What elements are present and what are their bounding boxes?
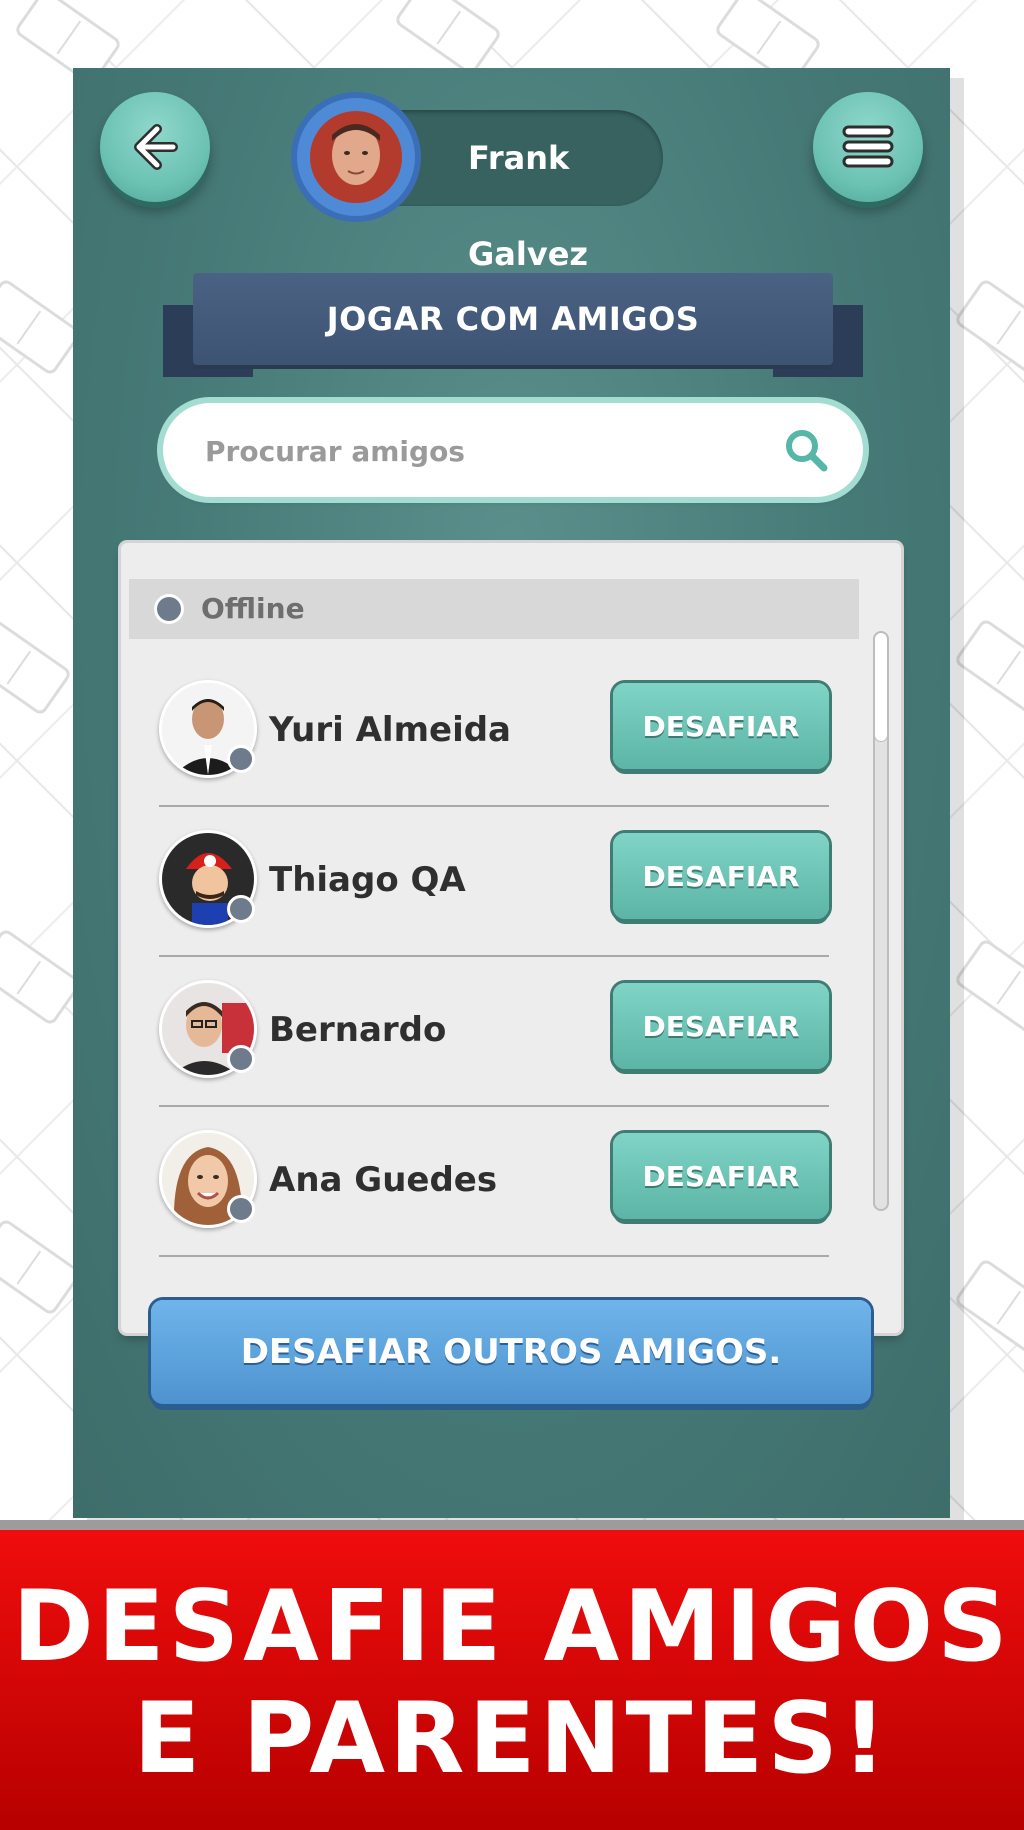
page-title: JOGAR COM AMIGOS	[193, 273, 833, 365]
list-scrollbar[interactable]	[873, 631, 889, 1211]
back-button[interactable]	[100, 92, 210, 202]
challenge-button[interactable]: DESAFIAR	[613, 683, 829, 769]
status-dot-icon	[227, 1045, 255, 1073]
status-dot-icon	[227, 745, 255, 773]
game-panel: Frank Galvez JOGAR COM AMIGOS Procurar a…	[73, 68, 950, 1518]
menu-button[interactable]	[813, 92, 923, 202]
friend-name: Thiago QA	[269, 860, 466, 900]
challenge-button[interactable]: DESAFIAR	[613, 983, 829, 1069]
face-icon	[310, 111, 402, 203]
friend-row: Ana Guedes DESAFIAR	[159, 1105, 829, 1257]
challenge-button[interactable]: DESAFIAR	[613, 1133, 829, 1219]
friend-name: Ana Guedes	[269, 1160, 498, 1200]
challenge-other-friends-button[interactable]: DESAFIAR OUTROS AMIGOS.	[151, 1300, 871, 1404]
search-bar[interactable]	[163, 403, 863, 499]
status-dot-icon	[227, 895, 255, 923]
friend-row: Yuri Almeida DESAFIAR	[159, 655, 829, 807]
promo-banner: DESAFIE AMIGOS E PARENTES!	[0, 1520, 1024, 1830]
avatar-image	[310, 111, 402, 203]
scroll-thumb[interactable]	[875, 633, 887, 741]
friends-list[interactable]: Offline Yuri Almeida DESAFIAR Thiago QA …	[121, 543, 901, 1333]
profile-name: Frank Galvez	[468, 139, 589, 273]
search-input[interactable]	[203, 403, 767, 499]
offline-section-header: Offline	[129, 579, 859, 639]
search-icon[interactable]	[781, 425, 831, 475]
back-arrow-icon	[134, 124, 178, 170]
section-label: Offline	[201, 592, 305, 625]
friend-row: Bernardo DESAFIAR	[159, 955, 829, 1107]
status-dot-icon	[157, 597, 181, 621]
friend-row: Thiago QA DESAFIAR	[159, 805, 829, 957]
status-dot-icon	[227, 1195, 255, 1223]
challenge-button[interactable]: DESAFIAR	[613, 833, 829, 919]
profile-avatar[interactable]	[297, 98, 415, 216]
promo-line-1: DESAFIE AMIGOS	[12, 1570, 1012, 1684]
friend-name: Bernardo	[269, 1010, 447, 1050]
title-ribbon: JOGAR COM AMIGOS	[163, 273, 863, 383]
menu-icon	[842, 125, 894, 168]
promo-line-2: E PARENTES!	[133, 1682, 891, 1796]
friend-name: Yuri Almeida	[269, 710, 512, 750]
